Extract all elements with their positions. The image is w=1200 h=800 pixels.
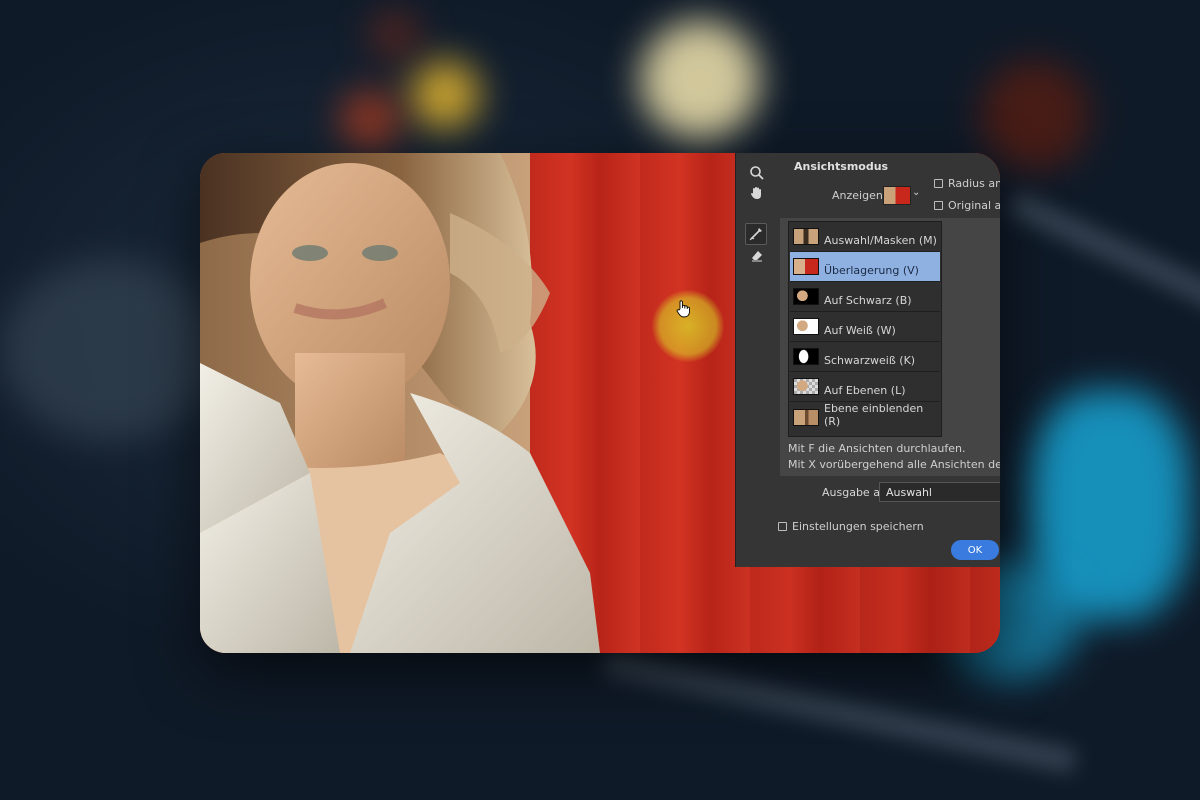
view-mode-item-on-white[interactable]: Auf Weiß (W): [790, 312, 940, 342]
output-select[interactable]: Auswahl: [879, 482, 1000, 502]
bokeh-light: [340, 90, 400, 150]
view-mode-label: Auswahl/Masken (M): [824, 234, 937, 247]
thumbnail: [793, 258, 819, 275]
view-mode-item-on-black[interactable]: Auf Schwarz (B): [790, 282, 940, 312]
thumbnail: [793, 288, 819, 305]
screenshot-card: Ansichtsmodus Anzeigen: ⌄ Radius anze Or…: [200, 153, 1000, 653]
view-mode-label: Schwarzweiß (K): [824, 354, 916, 367]
show-original-checkbox[interactable]: Original anz: [934, 199, 1000, 212]
refine-brush-tool-icon[interactable]: [745, 223, 767, 245]
thumbnail: [793, 348, 819, 365]
thumbnail: [793, 228, 819, 245]
thumbnail: [793, 409, 819, 426]
cycle-views-hint: Mit F die Ansichten durchlaufen.: [788, 442, 966, 455]
bokeh-light: [370, 10, 420, 60]
view-mode-label: Überlagerung (V): [824, 264, 919, 277]
view-mode-label: Ebene einblenden (R): [824, 402, 924, 428]
view-mode-dropdown[interactable]: [883, 186, 911, 205]
zoom-tool-icon[interactable]: [749, 165, 765, 181]
disable-views-hint: Mit X vorübergehend alle Ansichten deakt…: [788, 458, 1000, 471]
section-title: Ansichtsmodus: [794, 160, 889, 173]
eraser-tool-icon[interactable]: [749, 247, 765, 263]
view-mode-item-overlay[interactable]: Überlagerung (V): [790, 252, 940, 282]
view-mode-item-black-white[interactable]: Schwarzweiß (K): [790, 342, 940, 372]
view-mode-label: Auf Weiß (W): [824, 324, 896, 337]
view-mode-label: Auf Schwarz (B): [824, 294, 912, 307]
thumbnail: [793, 378, 819, 395]
light-streak: [1008, 191, 1200, 333]
bokeh-light: [0, 260, 220, 440]
bokeh-light: [640, 20, 760, 140]
portrait-photo: [200, 153, 600, 653]
save-settings-label: Einstellungen speichern: [792, 520, 924, 533]
view-mode-item-selection-masks[interactable]: Auswahl/Masken (M): [790, 222, 940, 252]
show-radius-label: Radius anze: [948, 177, 1000, 190]
hand-pointer-cursor-icon: [676, 300, 690, 318]
thumbnail: [793, 318, 819, 335]
ok-button[interactable]: OK: [951, 540, 999, 560]
view-mode-label: Auf Ebenen (L): [824, 384, 906, 397]
view-mode-item-on-layers[interactable]: Auf Ebenen (L): [790, 372, 940, 402]
bokeh-light: [410, 60, 480, 130]
checkbox-box[interactable]: [934, 179, 943, 188]
view-mode-item-reveal-layer[interactable]: Ebene einblenden (R): [790, 402, 940, 432]
save-settings-checkbox[interactable]: Einstellungen speichern: [778, 520, 924, 533]
hand-tool-icon[interactable]: [749, 185, 765, 201]
refine-edge-dialog: Ansichtsmodus Anzeigen: ⌄ Radius anze Or…: [735, 153, 1000, 567]
show-original-label: Original anz: [948, 199, 1000, 212]
tool-strip: [736, 153, 778, 567]
chevron-down-icon[interactable]: ⌄: [912, 187, 920, 198]
show-label: Anzeigen:: [832, 189, 887, 202]
checkbox-box[interactable]: [778, 522, 787, 531]
view-mode-menu: Auswahl/Masken (M) Überlagerung (V) Auf …: [788, 221, 942, 437]
checkbox-box[interactable]: [934, 201, 943, 210]
show-radius-checkbox[interactable]: Radius anze: [934, 177, 1000, 190]
